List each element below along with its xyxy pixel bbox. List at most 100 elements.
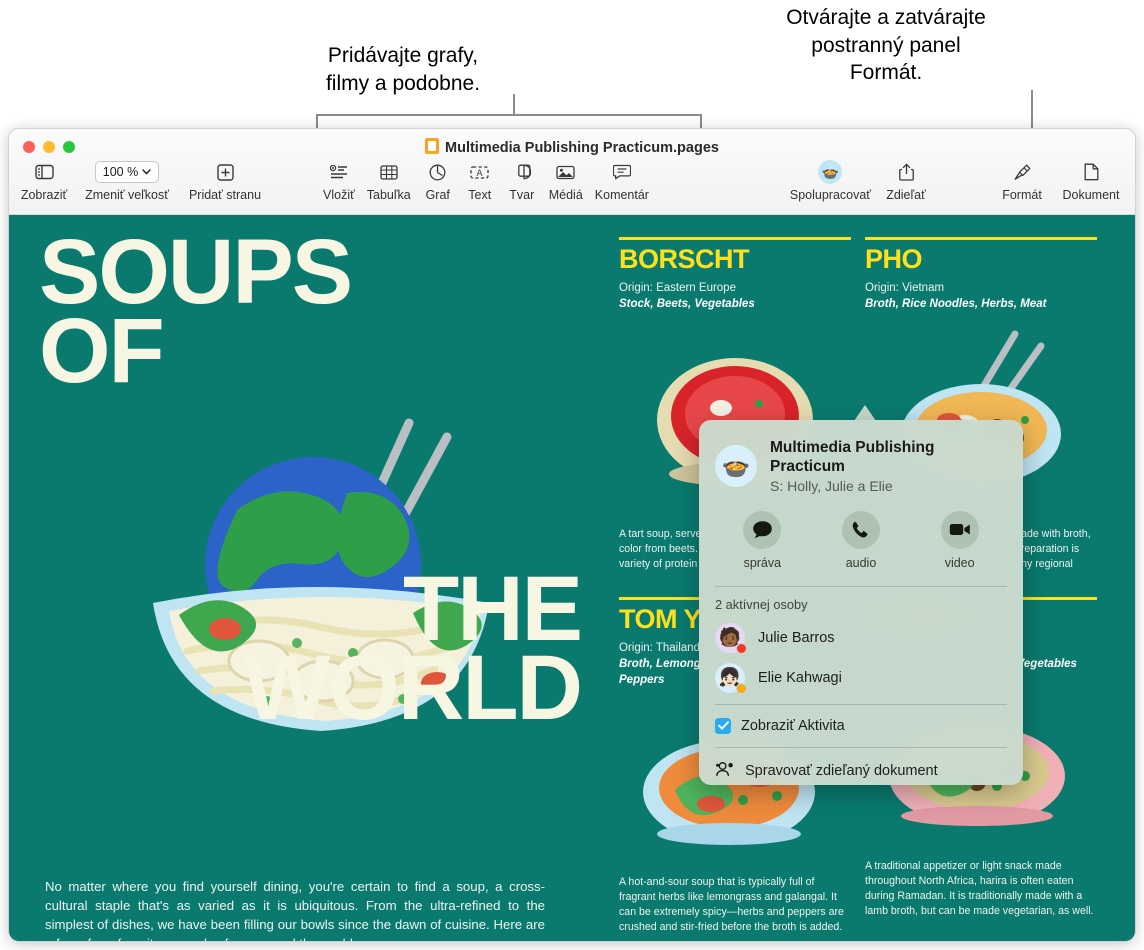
toolbar-label-insert: Vložiť [323, 188, 355, 202]
show-activity-row[interactable]: Zobraziť Aktivita [699, 711, 1023, 741]
toolbar-left-group: Zobraziť 100 % Zmeniť veľkosť Pridať str… [13, 161, 271, 202]
chart-icon [429, 161, 446, 183]
manage-shared-document-label: Spravovať zdieľaný dokument [745, 763, 938, 780]
participant-name-julie-barros: Julie Barros [758, 629, 835, 646]
card-desc-harira: A traditional appetizer or light snack m… [865, 860, 1094, 918]
format-brush-icon [1013, 161, 1032, 183]
popover-divider-3 [715, 746, 1007, 748]
popover-header: 🍲 Multimedia Publishing Practicum S: Hol… [699, 420, 1023, 495]
toolbar-label-shape: Tvar [509, 188, 535, 202]
card-rule [865, 237, 1097, 240]
comment-icon [612, 161, 631, 183]
page-title-the-world: THE WORLD [241, 563, 583, 734]
callout-left-leader-tick-end [700, 114, 702, 128]
toolbar-label-collaborate: Spolupracovať [789, 188, 871, 202]
manage-shared-document-row[interactable]: Spravovať zdieľaný dokument [699, 754, 1023, 785]
action-message-button[interactable]: správa [743, 510, 782, 570]
card-ingredients-borscht: Stock, Beets, Vegetables [619, 298, 755, 311]
shared-document-avatar: 🍲 [715, 445, 757, 488]
toolbar-right-group: 🍲 Spolupracovať Zdieľať Formát Dokument [784, 160, 1129, 202]
toolbar-button-document[interactable]: Dokument [1053, 161, 1129, 202]
toolbar-label-view: Zobraziť [20, 188, 68, 202]
page-title-soups-of: SOUPS OF [39, 226, 579, 403]
callout-left-leader-horizontal [316, 114, 702, 116]
card-desc-tom-yum: A hot-and-sour soup that is typically fu… [619, 876, 844, 934]
callout-left-leader-tick-start [316, 114, 318, 128]
pages-document-icon [425, 138, 440, 154]
card-ingredients-pho: Broth, Rice Noodles, Herbs, Meat [865, 298, 1047, 311]
toolbar-button-text[interactable]: A Text [459, 161, 501, 202]
toolbar-button-zoom[interactable]: 100 % Zmeniť veľkosť [75, 161, 179, 202]
status-dot [736, 682, 747, 694]
insert-icon [329, 161, 348, 183]
toolbar-label-zoom: Zmeniť veľkosť [85, 188, 169, 202]
toolbar-button-comment[interactable]: Komentár [589, 161, 655, 202]
plus-box-icon [216, 161, 234, 183]
manage-people-icon [715, 761, 735, 782]
collaborate-avatar-icon: 🍲 [818, 160, 843, 184]
toolbar: Multimedia Publishing Practicum.pages Zo… [9, 129, 1135, 215]
toolbar-label-format: Formát [1002, 188, 1042, 202]
toolbar-button-add-page[interactable]: Pridať stranu [179, 161, 271, 202]
toolbar-button-table[interactable]: Tabuľka [361, 161, 417, 202]
participant-row-julie-barros[interactable]: 🧑🏾 Julie Barros [699, 618, 1023, 658]
card-origin-borscht: Origin: Eastern Europe [619, 282, 736, 294]
chevron-down-icon [142, 169, 151, 175]
toolbar-button-shape[interactable]: Tvar [501, 161, 543, 202]
toolbar-button-insert[interactable]: Vložiť [317, 161, 361, 202]
toolbar-label-document: Dokument [1062, 188, 1120, 202]
video-camera-icon [940, 510, 979, 549]
toolbar-label-table: Tabuľka [366, 188, 411, 202]
toolbar-button-media[interactable]: Médiá [543, 161, 589, 202]
document-icon [1084, 161, 1099, 183]
sidebar-icon [34, 161, 54, 183]
message-bubble-icon [743, 510, 782, 549]
participant-row-elie-kahwagi[interactable]: 👧🏻 Elie Kahwagi [699, 658, 1023, 698]
action-video-button[interactable]: video [940, 510, 979, 570]
popover-divider-2 [715, 703, 1007, 705]
callout-add-charts-text: Pridávajte grafy, filmy a podobne. [325, 44, 481, 95]
action-audio-button[interactable]: audio [841, 510, 880, 570]
phone-icon [841, 510, 880, 549]
text-box-icon: A [470, 161, 489, 183]
popover-arrow [854, 405, 876, 421]
document-title-text: Multimedia Publishing Practicum.pages [445, 140, 719, 156]
card-rule [619, 237, 851, 240]
shape-icon [513, 161, 531, 183]
document-page-left: SOUPS OF THE WORLD No matter where you f… [9, 215, 597, 941]
toolbar-button-share[interactable]: Zdieľať [877, 161, 935, 202]
toolbar-button-view[interactable]: Zobraziť [13, 161, 75, 202]
card-title-pho: PHO [865, 244, 923, 274]
popover-action-row: správa audio video [699, 495, 1023, 580]
avatar-elie-kahwagi: 👧🏻 [715, 662, 747, 694]
show-activity-checkbox[interactable] [715, 717, 731, 734]
toolbar-button-collaborate[interactable]: 🍲 Spolupracovať [784, 160, 877, 202]
popover-participants-summary: S: Holly, Julie a Elie [770, 477, 893, 494]
media-icon [556, 161, 575, 183]
toolbar-label-text: Text [468, 188, 492, 202]
svg-text:A: A [477, 168, 483, 178]
share-icon [898, 161, 914, 183]
popover-divider-1 [715, 585, 1007, 587]
window-title-bar: Multimedia Publishing Practicum.pages [9, 138, 1135, 156]
toolbar-label-share: Zdieľať [886, 188, 926, 202]
toolbar-label-comment: Komentár [594, 188, 649, 202]
toolbar-button-chart[interactable]: Graf [417, 161, 459, 202]
action-label-video: video [944, 555, 975, 570]
popover-document-name: Multimedia Publishing Practicum [770, 439, 935, 476]
callout-left-leader-vertical [513, 94, 515, 116]
zoom-percent-control[interactable]: 100 % [94, 161, 160, 183]
action-label-audio: audio [845, 555, 877, 570]
document-canvas[interactable]: SOUPS OF THE WORLD No matter where you f… [9, 215, 1135, 941]
collaboration-popover[interactable]: 🍲 Multimedia Publishing Practicum S: Hol… [699, 420, 1023, 785]
callout-format-panel-text: Otvárajte a zatvárajte postranný panel F… [786, 6, 986, 85]
toolbar-button-format[interactable]: Formát [991, 161, 1053, 202]
action-label-message: správa [743, 555, 782, 570]
toolbar-label-add-page: Pridať stranu [188, 188, 262, 202]
title-line-world: WORLD [243, 637, 583, 740]
pages-app-window: Multimedia Publishing Practicum.pages Zo… [8, 128, 1136, 942]
active-people-count: 2 aktívnej osoby [715, 596, 808, 612]
title-line-of: OF [39, 300, 165, 403]
toolbar-insert-group: Vložiť Tabuľka Graf A Text Tvar Médiá Ko… [317, 161, 655, 202]
show-activity-label: Zobraziť Aktivita [741, 717, 845, 734]
